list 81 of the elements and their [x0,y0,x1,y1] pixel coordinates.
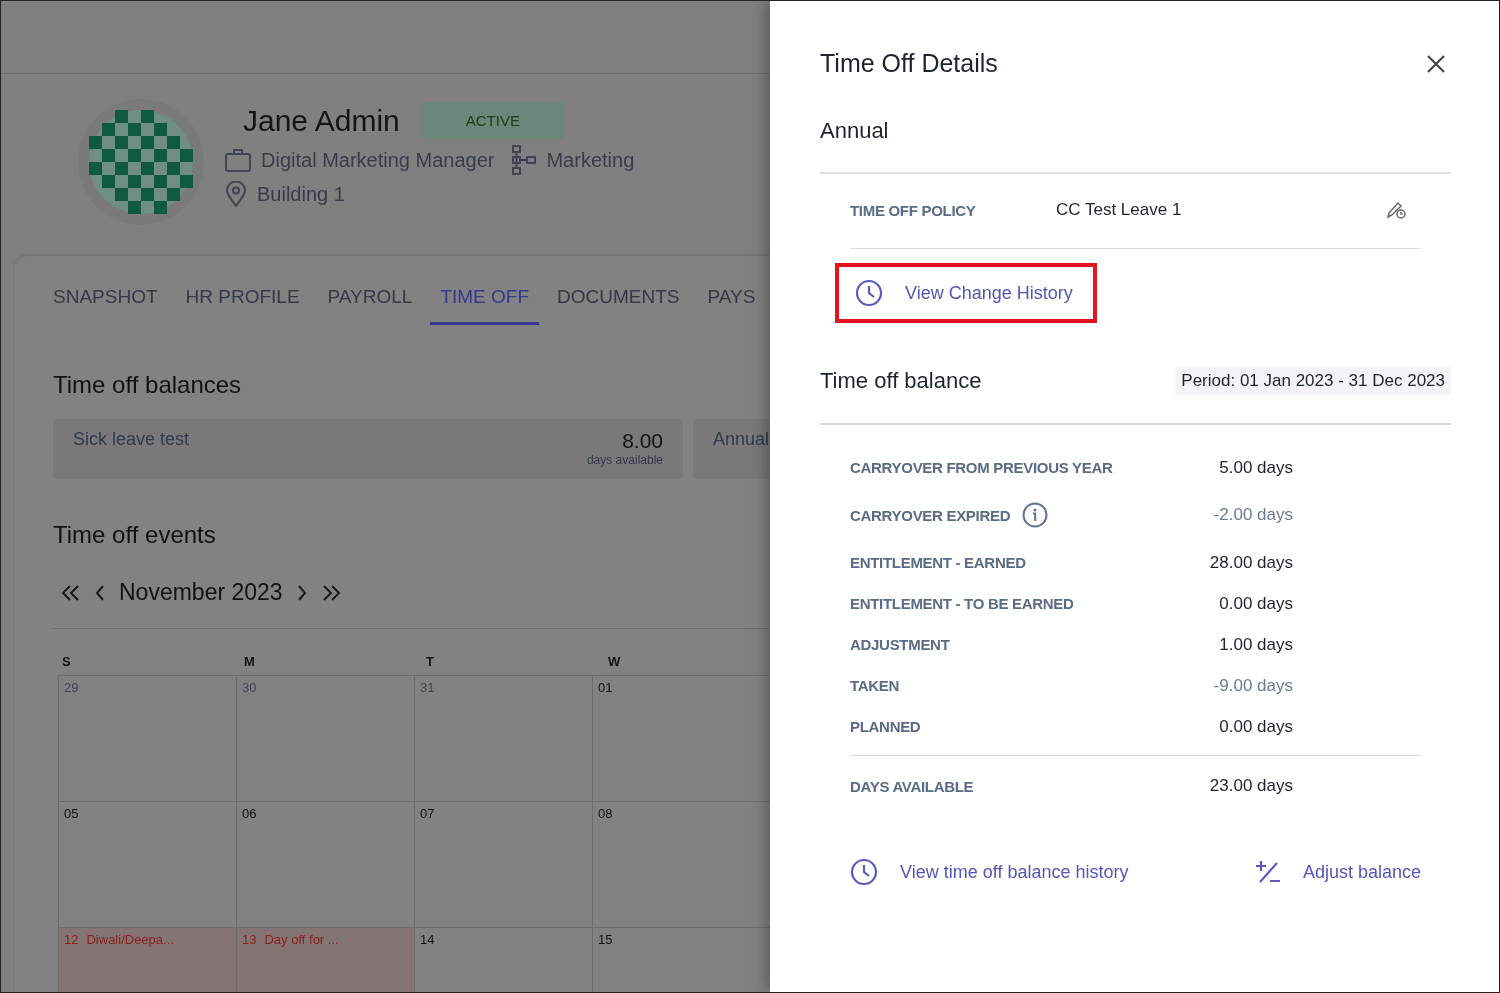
balance-label: ENTITLEMENT - TO BE EARNED [850,595,1074,612]
department: Marketing [546,148,635,172]
day-number: 12 [64,932,79,947]
weekday-label: W [608,654,621,669]
balance-value: 23.00 days [1208,776,1293,796]
weekday-label: S [62,654,71,669]
calendar-day[interactable]: 12 Diwali/Deepa... [58,927,236,992]
section-title: Time off events [53,521,217,549]
calendar-day[interactable]: 29 [58,675,236,801]
clock-icon [850,858,878,886]
calendar-day[interactable]: 13 Day off for ... [236,927,414,992]
leave-type: Annual [713,429,770,451]
field-value: CC Test Leave 1 [1056,200,1183,220]
balance-label: TAKEN [850,677,900,694]
day-number: 15 [598,932,613,947]
day-number: 08 [598,806,613,821]
event-label[interactable]: Day off for ... [264,932,339,947]
balance-value: 0.00 days [1218,716,1293,737]
balance-value: -2.00 days [1212,505,1293,525]
profile-tab[interactable]: PAYROLL [317,276,423,325]
weekday-label: M [244,654,255,669]
day-number: 06 [242,806,257,821]
day-number: 07 [420,806,435,821]
balance-value: 28.00 days [1208,552,1293,573]
balance-label: CARRYOVER EXPIRED [850,506,1011,524]
balance-history-link[interactable]: View time off balance history [834,846,1129,898]
plus-minus-icon [1254,860,1281,884]
policy-name: Annual [820,118,890,144]
balance-label: ENTITLEMENT - EARNED [850,554,1026,571]
profile-tab[interactable]: TIME OFF [430,276,540,325]
balance-label: DAYS AVAILABLE [850,777,974,795]
double-chevron-right-icon[interactable] [320,583,341,602]
calendar-day[interactable]: 14 [414,927,592,992]
day-number: 29 [64,680,79,695]
employee-name: Jane Admin [243,103,400,138]
org-chart-icon [512,145,537,175]
location: Building 1 [257,182,345,206]
day-number: 31 [420,680,435,695]
drawer-title: Time Off Details [820,49,998,78]
day-number: 05 [64,806,79,821]
balance-label: CARRYOVER FROM PREVIOUS YEAR [850,459,1113,476]
view-change-history-link[interactable]: View Change History [835,263,1097,323]
balance-value: 1.00 days [1218,634,1293,655]
day-number: 14 [420,932,435,947]
job-title: Digital Marketing Manager [261,148,495,172]
close-icon[interactable] [1427,54,1445,73]
balance-label: ADJUSTMENT [850,636,950,653]
day-number: 30 [242,680,257,695]
double-chevron-left-icon[interactable] [61,583,81,602]
balance-value: 5.00 days [1218,457,1293,478]
adjust-balance-link[interactable]: Adjust balance [1238,846,1421,898]
clock-icon [855,279,883,307]
leave-type: Sick leave test [73,429,190,451]
day-number: 01 [598,680,613,695]
profile-tab[interactable]: HR PROFILE [175,276,310,325]
balance-amount: 8.00 [622,429,663,453]
location-pin-icon [225,181,247,207]
event-label[interactable]: Diwali/Deepa... [86,932,174,947]
pencil-clock-icon[interactable] [1385,200,1407,220]
section-title: Time off balances [53,371,243,399]
profile-tab[interactable]: PAYS [697,276,766,325]
info-icon[interactable] [1022,502,1049,528]
calendar-day[interactable]: 30 [236,675,414,801]
section-title: Time off balance [820,368,982,394]
balance-value: 0.00 days [1218,593,1293,614]
calendar-day[interactable]: 31 [414,675,592,801]
briefcase-icon [225,148,251,172]
weekday-label: T [426,654,434,669]
chevron-left-icon[interactable] [95,583,105,602]
period-chip: Period: 01 Jan 2023 - 31 Dec 2023 [1175,367,1451,395]
balance-value: -9.00 days [1212,675,1293,696]
day-number: 13 [242,932,257,947]
profile-tab[interactable]: DOCUMENTS [547,276,690,325]
calendar-day[interactable]: 07 [414,801,592,927]
balance-unit: days available [586,453,663,467]
chevron-right-icon[interactable] [296,583,307,602]
month-label: November 2023 [119,579,283,606]
balance-label: PLANNED [850,718,921,735]
field-label: TIME OFF POLICY [850,201,977,219]
status-badge: ACTIVE [421,102,564,139]
profile-tab[interactable]: SNAPSHOT [53,276,168,325]
